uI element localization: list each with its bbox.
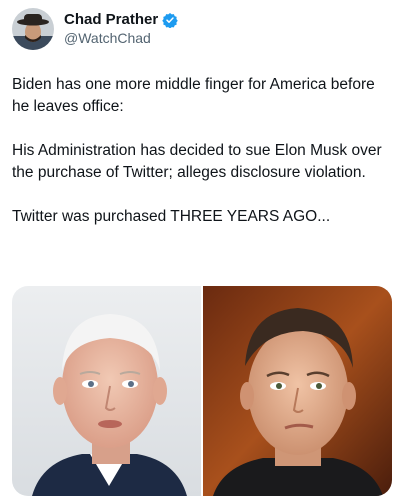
author-names: Chad Prather @WatchChad: [64, 11, 178, 47]
media-image-left[interactable]: [12, 286, 201, 496]
verified-badge-icon: [162, 12, 178, 29]
tweet-paragraph: Twitter was purchased THREE YEARS AGO...: [12, 208, 331, 225]
handle[interactable]: @WatchChad: [64, 30, 178, 47]
avatar[interactable]: [12, 8, 54, 50]
display-name[interactable]: Chad Prather: [64, 11, 158, 29]
tweet-paragraph: His Administration has decided to sue El…: [12, 142, 382, 181]
media-image-right[interactable]: [203, 286, 392, 496]
name-row: Chad Prather: [64, 11, 178, 29]
tweet: Chad Prather @WatchChad Biden has one mo…: [0, 0, 400, 500]
tweet-paragraph: Biden has one more middle finger for Ame…: [12, 76, 375, 115]
tweet-text: Biden has one more middle finger for Ame…: [12, 74, 392, 250]
tweet-media: [12, 286, 392, 496]
tweet-header: Chad Prather @WatchChad: [12, 6, 178, 52]
